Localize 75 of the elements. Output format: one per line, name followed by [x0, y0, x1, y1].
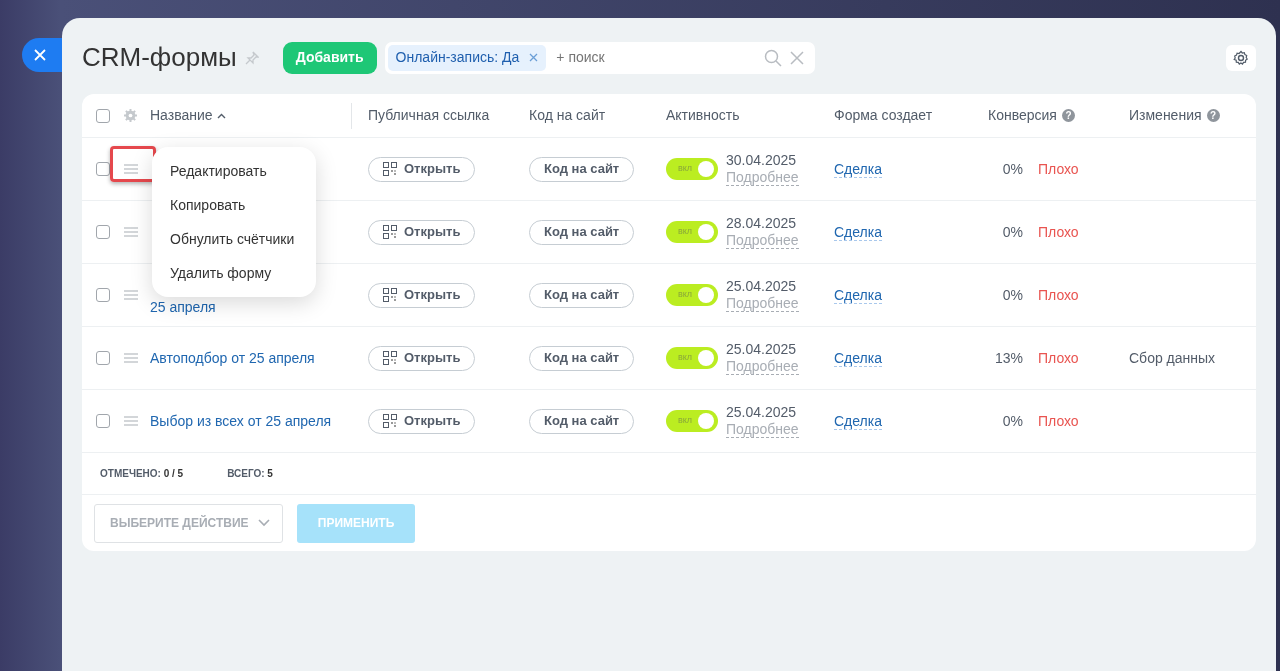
drag-handle-icon[interactable]: [124, 227, 138, 237]
summary-text: ОТМЕЧЕНО: 0 / 5: [100, 467, 184, 481]
conversion-value: 13%: [993, 348, 1023, 368]
conversion-rating: Плохо: [1038, 411, 1079, 431]
drag-handle-icon[interactable]: [124, 164, 138, 174]
chevron-icon: [258, 519, 270, 527]
conversion-rating: Плохо: [1038, 285, 1079, 305]
date-text: 25.04.2025: [726, 341, 797, 358]
column-header[interactable]: Публичная ссылка: [368, 105, 490, 126]
open-button[interactable]: Открыть: [368, 345, 476, 371]
select-all-checkbox[interactable]: [96, 108, 110, 123]
row-checkbox[interactable]: [96, 225, 110, 239]
column-header[interactable]: Конверсия: [988, 105, 1057, 126]
clear-icon[interactable]: [789, 50, 804, 65]
page-title: CRM-формы: [82, 41, 237, 74]
date-text: 28.04.2025: [726, 215, 797, 232]
drag-handle-icon[interactable]: [124, 416, 138, 426]
column-header[interactable]: Код на сайт: [529, 105, 606, 126]
column-header[interactable]: Изменения: [1129, 105, 1202, 126]
open-button[interactable]: Открыть: [368, 408, 476, 434]
column-header[interactable]: Активность: [666, 105, 740, 126]
menu-item[interactable]: Удалить форму: [152, 256, 316, 290]
remove-icon[interactable]: [529, 53, 539, 62]
date-text: 25.04.2025: [726, 404, 797, 421]
entity-link[interactable]: Сделка: [834, 223, 882, 241]
search-icon[interactable]: [763, 48, 782, 67]
row-checkbox[interactable]: [96, 162, 110, 176]
close-icon[interactable]: [34, 49, 46, 61]
search-field[interactable]: Онлайн-запись: Да + поиск: [384, 41, 815, 74]
qr-code-icon: [383, 414, 397, 428]
column-header[interactable]: Название: [150, 105, 213, 126]
qr-code-icon: [383, 225, 397, 239]
open-button[interactable]: Открыть: [368, 219, 476, 245]
conversion-value: 0%: [1001, 159, 1023, 179]
code-button[interactable]: Код на сайт: [529, 219, 635, 245]
row-checkbox[interactable]: [96, 414, 110, 428]
conversion-rating: Плохо: [1038, 222, 1079, 242]
date-text: 25.04.2025: [726, 278, 797, 295]
entity-link[interactable]: Сделка: [834, 349, 882, 367]
menu-item[interactable]: Копировать: [152, 188, 316, 222]
pin-icon[interactable]: [244, 50, 259, 65]
drag-handle-icon[interactable]: [124, 353, 138, 363]
row-checkbox[interactable]: [96, 351, 110, 365]
code-button[interactable]: Код на сайт: [529, 345, 635, 371]
filter-chip[interactable]: Онлайн-запись: Да: [387, 44, 547, 71]
conversion-value: 0%: [1001, 411, 1023, 431]
row-checkbox[interactable]: [96, 288, 110, 302]
qr-code-icon: [383, 162, 397, 176]
conversion-rating: Плохо: [1038, 159, 1079, 179]
form-name-link[interactable]: Автоподбор от 25 апреля: [150, 349, 315, 366]
form-name-link[interactable]: 25 апреля: [150, 298, 352, 316]
summary-text: ВСЕГО: 5: [227, 467, 273, 481]
qr-code-icon: [383, 288, 397, 302]
column-header[interactable]: Форма создает: [834, 105, 933, 126]
drag-handle-icon[interactable]: [124, 290, 138, 300]
code-button[interactable]: Код на сайт: [529, 282, 635, 308]
code-button[interactable]: Код на сайт: [529, 408, 635, 434]
qr-code-icon: [383, 351, 397, 365]
changes-text: Сбор данных: [1129, 349, 1216, 366]
date-text: 30.04.2025: [726, 152, 797, 169]
open-button[interactable]: Открыть: [368, 282, 476, 308]
conversion-value: 0%: [1001, 222, 1023, 242]
settings-icon[interactable]: [1233, 49, 1249, 66]
sort-icon[interactable]: [216, 112, 226, 119]
settings-button[interactable]: [1226, 44, 1256, 71]
entity-link[interactable]: Сделка: [834, 286, 882, 304]
menu-item[interactable]: Обнулить счётчики: [152, 222, 316, 256]
entity-link[interactable]: Сделка: [834, 412, 882, 430]
form-name-link[interactable]: Выбор из всех от 25 апреля: [150, 412, 332, 429]
entity-link[interactable]: Сделка: [834, 160, 882, 178]
menu-item[interactable]: Редактировать: [152, 154, 316, 188]
conversion-value: 0%: [1001, 285, 1023, 305]
code-button[interactable]: Код на сайт: [529, 156, 635, 182]
conversion-rating: Плохо: [1038, 348, 1079, 368]
open-button[interactable]: Открыть: [368, 156, 476, 182]
